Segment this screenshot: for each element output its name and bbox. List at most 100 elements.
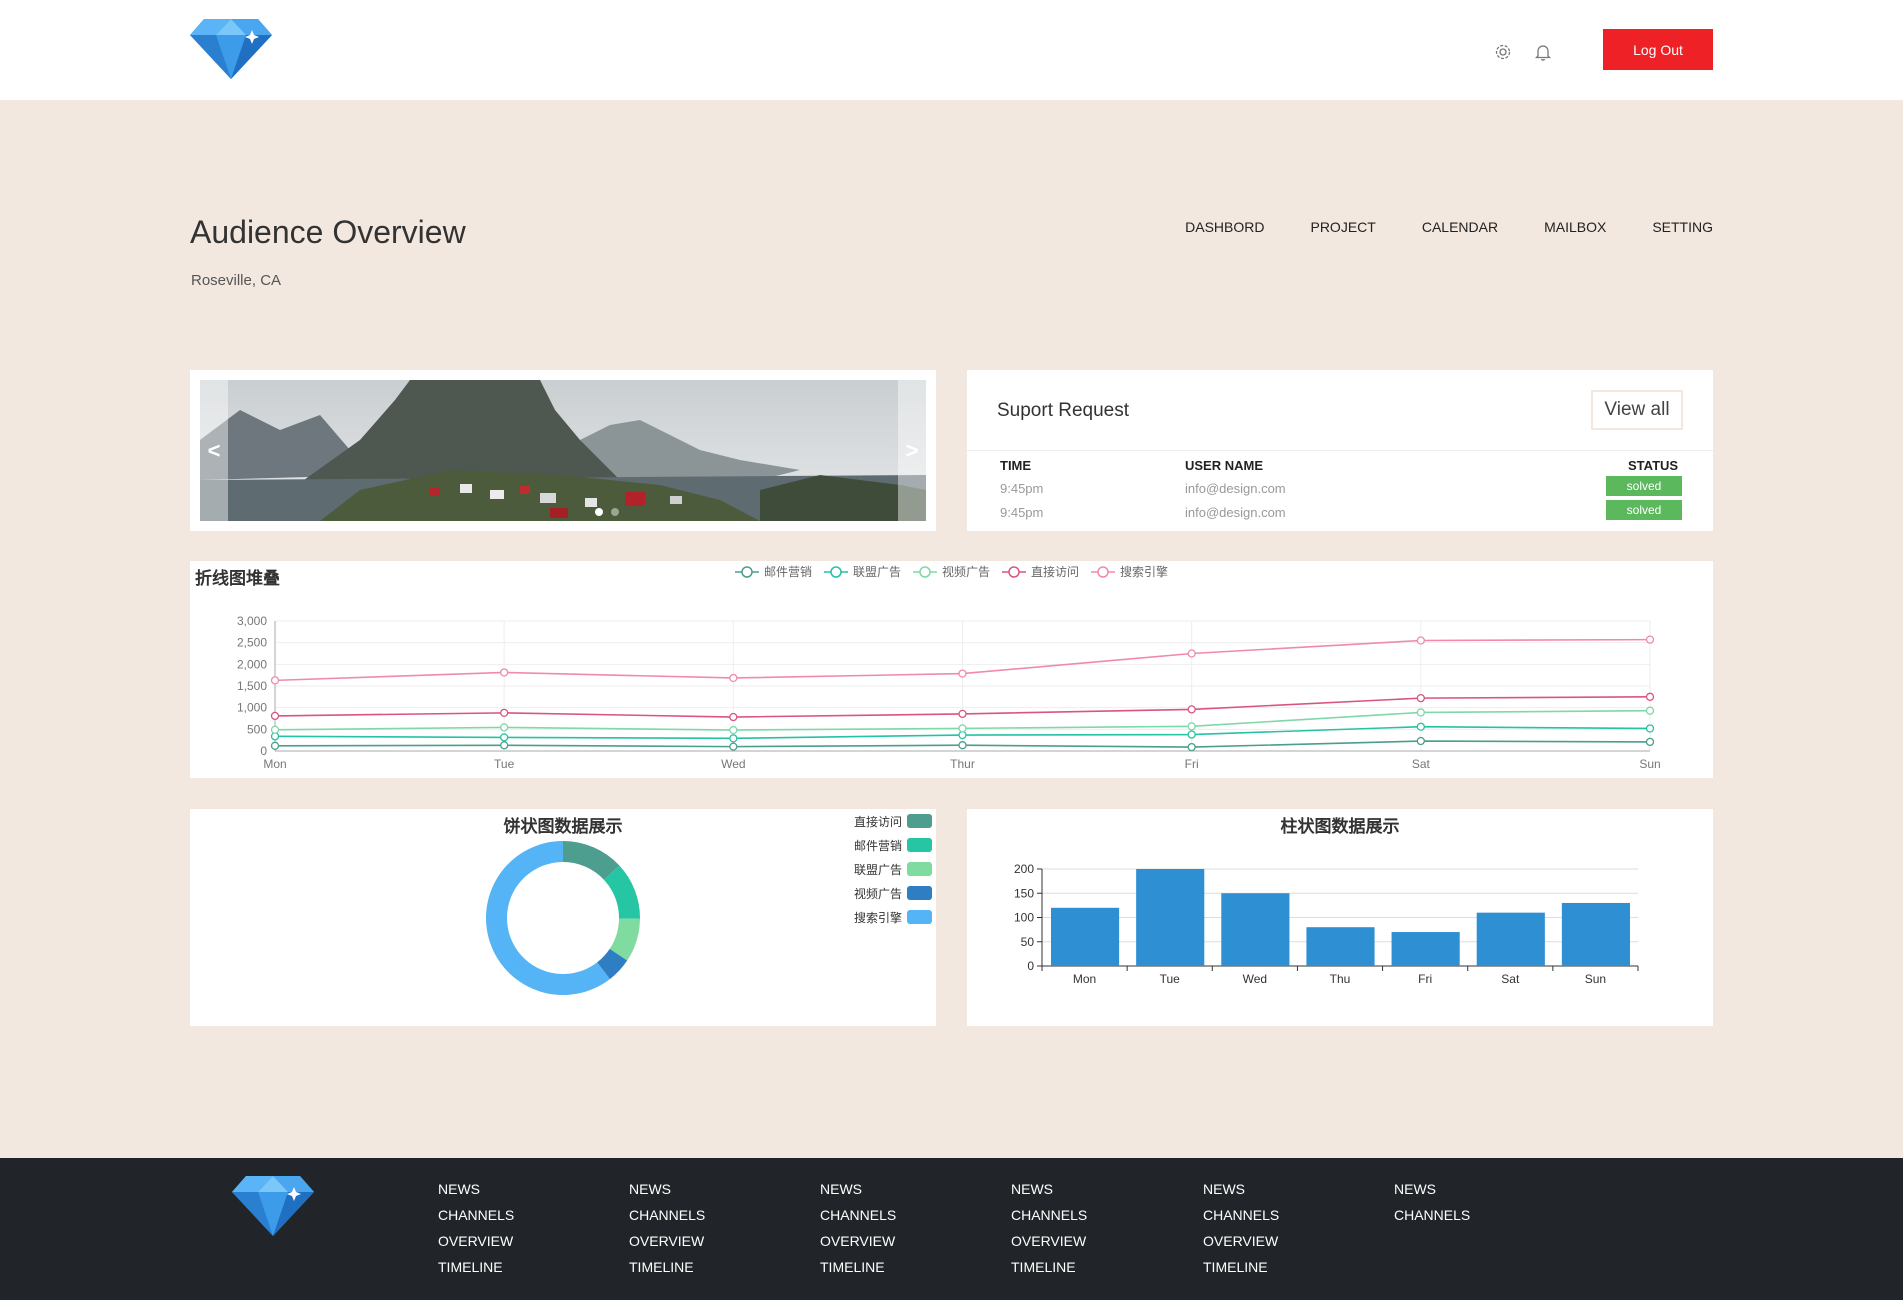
footer-column-3: NEWS CHANNELS OVERVIEW TIMELINE <box>820 1180 896 1284</box>
pie-legend-item-5[interactable]: 搜索引擎 <box>854 910 932 925</box>
data-point <box>1187 742 1196 752</box>
footer-link-news[interactable]: NEWS <box>438 1180 514 1206</box>
footer-link-overview[interactable]: OVERVIEW <box>1203 1232 1279 1258</box>
footer-link-channels[interactable]: CHANNELS <box>820 1206 896 1232</box>
bar-sat[interactable] <box>1476 912 1545 966</box>
legend-item-1[interactable]: 邮件营销 <box>735 565 812 579</box>
legend-label: 搜索引擎 <box>1120 564 1168 579</box>
x-tick-label: Sat <box>1412 757 1431 771</box>
bar-sun[interactable] <box>1561 902 1630 966</box>
line-chart: 0 500 1,000 1,500 2,000 2,500 3,000 Mon Tue Wed Th… <box>237 564 1661 771</box>
nav-mailbox[interactable]: MAILBOX <box>1544 219 1606 235</box>
data-point <box>958 709 967 719</box>
pie-legend-swatch <box>907 862 932 876</box>
footer-link-news[interactable]: NEWS <box>1203 1180 1279 1206</box>
pie-legend-item-4[interactable]: 视频广告 <box>854 886 932 901</box>
data-point <box>270 676 280 685</box>
data-point <box>1645 692 1655 701</box>
data-point <box>958 669 967 678</box>
carousel-slide: < > <box>200 380 926 521</box>
y-tick-label: 0 <box>1027 959 1034 973</box>
footer-link-channels[interactable]: CHANNELS <box>1011 1206 1087 1232</box>
gear-icon[interactable] <box>1493 42 1513 62</box>
diamond-logo-icon[interactable] <box>190 17 272 79</box>
pie-legend-item-2[interactable]: 邮件营销 <box>854 838 932 853</box>
footer-link-channels[interactable]: CHANNELS <box>1394 1206 1470 1232</box>
footer-link-overview[interactable]: OVERVIEW <box>629 1232 705 1258</box>
x-tick-label: Wed <box>1243 972 1267 986</box>
y-tick-label: 50 <box>1021 935 1035 949</box>
pie-legend-item-1[interactable]: 直接访问 <box>854 814 932 829</box>
legend-marker <box>1097 566 1109 578</box>
data-point <box>1187 722 1196 731</box>
legend-item-2[interactable]: 联盟广告 <box>824 565 901 579</box>
footer-link-timeline[interactable]: TIMELINE <box>1203 1258 1279 1284</box>
view-all-button[interactable]: View all <box>1591 390 1683 430</box>
x-tick-label: Mon <box>263 757 286 771</box>
data-point <box>1645 737 1655 747</box>
data-point <box>729 742 738 751</box>
carousel-prev-button[interactable]: < <box>200 380 228 521</box>
footer-link-overview[interactable]: OVERVIEW <box>820 1232 896 1258</box>
legend-item-4[interactable]: 直接访问 <box>1002 564 1079 579</box>
legend-marker <box>741 566 753 578</box>
footer-link-timeline[interactable]: TIMELINE <box>438 1258 514 1284</box>
column-header-time: TIME <box>1000 458 1032 473</box>
pie-legend-label: 搜索引擎 <box>854 910 902 925</box>
data-point <box>1645 724 1655 733</box>
footer-link-timeline[interactable]: TIMELINE <box>629 1258 705 1284</box>
bar-wed[interactable] <box>1221 893 1290 966</box>
diamond-logo-icon[interactable] <box>232 1174 314 1236</box>
data-point <box>729 734 738 743</box>
legend-marker <box>919 566 931 578</box>
nav-dashbord[interactable]: DASHBORD <box>1185 219 1264 235</box>
x-tick-label: Tue <box>1160 972 1181 986</box>
bar-thu[interactable] <box>1306 927 1375 966</box>
site-header: Log Out <box>0 0 1903 100</box>
carousel-dot-2[interactable] <box>611 508 619 516</box>
footer-link-news[interactable]: NEWS <box>1394 1180 1470 1206</box>
legend-item-3[interactable]: 视频广告 <box>913 564 990 579</box>
nav-setting[interactable]: SETTING <box>1652 219 1713 235</box>
y-tick-label: 200 <box>1014 862 1034 876</box>
data-point <box>500 668 509 677</box>
footer-link-news[interactable]: NEWS <box>629 1180 705 1206</box>
bar-mon[interactable] <box>1051 907 1120 966</box>
bar-chart: 0 50 100 150 200 Mon Tue Wed Thu Fri Sat Sun <box>1014 862 1639 986</box>
footer-link-overview[interactable]: OVERVIEW <box>438 1232 514 1258</box>
data-point <box>270 741 280 750</box>
nav-project[interactable]: PROJECT <box>1310 219 1375 235</box>
nav-calendar[interactable]: CALENDAR <box>1422 219 1498 235</box>
page-title: Audience Overview <box>190 214 466 250</box>
footer-link-timeline[interactable]: TIMELINE <box>1011 1258 1087 1284</box>
data-point <box>500 723 509 732</box>
y-tick-label: 2,500 <box>237 636 267 650</box>
y-tick-label: 1,000 <box>237 701 267 715</box>
carousel-next-button[interactable]: > <box>898 380 926 521</box>
footer-link-timeline[interactable]: TIMELINE <box>820 1258 896 1284</box>
request-user: info@design.com <box>1185 481 1286 496</box>
logout-button[interactable]: Log Out <box>1603 29 1713 70</box>
footer-column-1: NEWS CHANNELS OVERVIEW TIMELINE <box>438 1180 514 1284</box>
data-point <box>729 725 738 735</box>
y-tick-label: 3,000 <box>237 614 267 628</box>
footer-link-news[interactable]: NEWS <box>820 1180 896 1206</box>
pie-legend-item-3[interactable]: 联盟广告 <box>854 862 932 877</box>
bar-fri[interactable] <box>1391 932 1460 966</box>
carousel-dot-1[interactable] <box>595 508 603 516</box>
legend-item-5[interactable]: 搜索引擎 <box>1091 564 1168 579</box>
pie-legend-label: 直接访问 <box>854 814 902 829</box>
footer-link-channels[interactable]: CHANNELS <box>629 1206 705 1232</box>
data-point <box>500 708 509 718</box>
bar-tue[interactable] <box>1136 869 1205 966</box>
support-title: Suport Request <box>997 400 1130 421</box>
column-header-user: USER NAME <box>1185 458 1264 473</box>
y-tick-label: 100 <box>1014 911 1034 925</box>
data-point <box>270 725 280 734</box>
x-tick-label: Sat <box>1501 972 1520 986</box>
bell-icon[interactable] <box>1533 42 1553 62</box>
footer-link-overview[interactable]: OVERVIEW <box>1011 1232 1087 1258</box>
footer-link-channels[interactable]: CHANNELS <box>1203 1206 1279 1232</box>
footer-link-channels[interactable]: CHANNELS <box>438 1206 514 1232</box>
footer-link-news[interactable]: NEWS <box>1011 1180 1087 1206</box>
